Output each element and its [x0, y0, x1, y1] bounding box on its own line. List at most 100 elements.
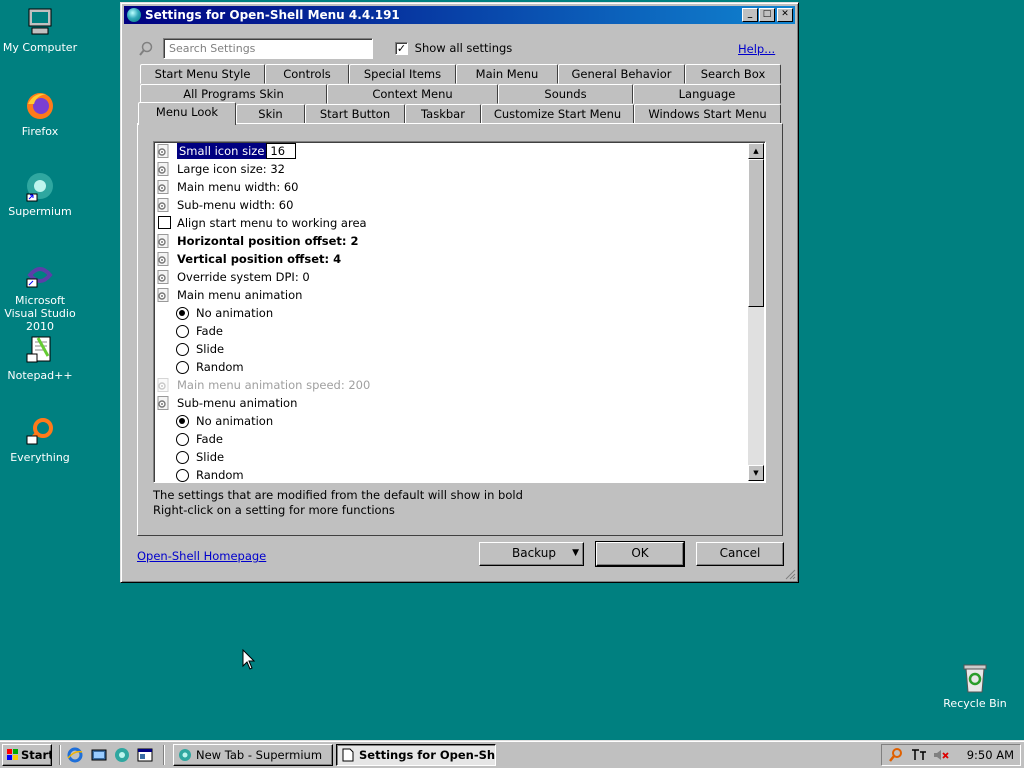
setting-row[interactable]: Main menu width: 60 [156, 178, 298, 196]
show-all-checkbox[interactable]: ✓ [395, 42, 408, 55]
tab-context-menu[interactable]: Context Menu [327, 84, 498, 104]
tab-main-menu[interactable]: Main Menu [456, 64, 558, 84]
tab-taskbar[interactable]: Taskbar [405, 104, 481, 124]
tab-search-box[interactable]: Search Box [685, 64, 781, 84]
tab-menu-look[interactable]: Menu Look [138, 102, 236, 125]
radio-option[interactable]: Slide [156, 340, 224, 358]
tab-label: Main Menu [475, 67, 539, 81]
tab-language[interactable]: Language [633, 84, 781, 104]
radio-option[interactable]: Random [156, 358, 244, 376]
scroll-down-button[interactable]: ▼ [748, 465, 764, 481]
tab-start-button[interactable]: Start Button [305, 104, 405, 124]
radio-button[interactable] [176, 343, 189, 356]
help-link[interactable]: Help... [738, 42, 775, 56]
desktop-icon-label: Everything [10, 451, 70, 464]
resize-grip-icon[interactable] [784, 568, 796, 580]
setting-row[interactable]: Sub-menu width: 60 [156, 196, 293, 214]
tab-start-menu-style[interactable]: Start Menu Style [140, 64, 265, 84]
tab-label: Customize Start Menu [493, 107, 622, 121]
tab-label: Context Menu [372, 87, 453, 101]
setting-row[interactable]: Main menu animation speed: 200 [156, 376, 370, 394]
desktop-icon-visual-studio[interactable]: Microsoft Visual Studio 2010 [0, 259, 80, 333]
start-button[interactable]: Start [2, 744, 52, 766]
minimize-button[interactable]: _ [742, 8, 758, 22]
radio-button[interactable] [176, 451, 189, 464]
tab-label: Language [678, 87, 736, 101]
radio-label: Slide [196, 342, 225, 356]
desktop-icon-recycle-bin[interactable]: Recycle Bin [935, 662, 1015, 710]
clock[interactable]: 9:50 AM [967, 748, 1014, 762]
setting-gear-icon [156, 144, 169, 158]
setting-checkbox[interactable] [158, 216, 171, 229]
close-button[interactable]: ✕ [777, 8, 793, 22]
tab-customize-start-menu[interactable]: Customize Start Menu [481, 104, 634, 124]
radio-option[interactable]: No animation [156, 412, 273, 430]
cancel-button[interactable]: Cancel [696, 542, 784, 566]
setting-row[interactable]: Override system DPI: 0 [156, 268, 310, 286]
show-all-settings-toggle[interactable]: ✓ Show all settings [395, 41, 512, 55]
setting-row[interactable]: Large icon size: 32 [156, 160, 285, 178]
search-tray-icon[interactable] [888, 747, 904, 763]
explorer-quicklaunch-icon[interactable] [137, 747, 153, 763]
radio-option[interactable]: Fade [156, 430, 223, 448]
windows-logo-icon [6, 748, 20, 762]
radio-button[interactable] [176, 433, 189, 446]
desktop-icon-everything[interactable]: Everything [0, 416, 80, 464]
radio-button[interactable] [176, 415, 189, 428]
desktop-icon-firefox[interactable]: Firefox [0, 90, 80, 138]
search-input[interactable]: Search Settings [163, 38, 373, 59]
radio-button[interactable] [176, 361, 189, 374]
backup-button[interactable]: Backup ▼ [479, 542, 584, 566]
hint-bold-note: The settings that are modified from the … [153, 488, 523, 502]
hint-right-click-note: Right-click on a setting for more functi… [153, 503, 395, 517]
tab-controls[interactable]: Controls [265, 64, 349, 84]
settings-list[interactable]: Small icon size 16 Large icon size: 32 Main… [153, 141, 766, 483]
vertical-scrollbar[interactable]: ▲ ▼ [748, 143, 764, 481]
radio-label: Random [196, 360, 244, 374]
setting-gear-icon [156, 234, 169, 248]
radio-button[interactable] [176, 469, 189, 482]
tab-windows-start-menu[interactable]: Windows Start Menu [634, 104, 781, 124]
tab-special-items[interactable]: Special Items [349, 64, 456, 84]
desktop-icon-supermium[interactable]: Supermium [0, 170, 80, 218]
setting-gear-icon [156, 180, 169, 194]
desktop-icon-notepadpp[interactable]: Notepad++ [0, 334, 80, 382]
radio-option[interactable]: No animation [156, 304, 273, 322]
quick-launch-separator [59, 745, 61, 765]
input-method-icon[interactable] [910, 747, 928, 763]
open-shell-icon [127, 8, 141, 22]
homepage-link[interactable]: Open-Shell Homepage [137, 549, 266, 563]
setting-gear-icon [156, 198, 169, 212]
setting-value-editor[interactable]: 16 [266, 143, 297, 159]
radio-button[interactable] [176, 325, 189, 338]
setting-row[interactable]: Small icon size 16 [156, 142, 297, 160]
tab-label: Start Button [319, 107, 391, 121]
desktop-icon-my-computer[interactable]: My Computer [0, 6, 80, 54]
setting-row[interactable]: Main menu animation [156, 286, 302, 304]
show-desktop-icon[interactable] [91, 747, 107, 763]
scroll-up-button[interactable]: ▲ [748, 143, 764, 159]
tab-sounds[interactable]: Sounds [498, 84, 633, 104]
setting-row[interactable]: Vertical position offset: 4 [156, 250, 341, 268]
radio-option[interactable]: Fade [156, 322, 223, 340]
setting-row[interactable]: Sub-menu animation [156, 394, 297, 412]
tab-skin[interactable]: Skin [236, 104, 305, 124]
volume-muted-icon[interactable] [932, 747, 950, 763]
supermium-quicklaunch-icon[interactable] [114, 747, 130, 763]
task-supermium[interactable]: New Tab - Supermium [173, 744, 333, 766]
ok-button[interactable]: OK [595, 541, 685, 567]
radio-button[interactable] [176, 307, 189, 320]
recycle-bin-icon [959, 662, 991, 694]
task-open-shell-settings[interactable]: Settings for Open-Sh... [336, 744, 496, 766]
maximize-button[interactable]: □ [759, 8, 775, 22]
setting-row[interactable]: Horizontal position offset: 2 [156, 232, 359, 250]
radio-option[interactable]: Random [156, 466, 244, 482]
setting-gear-icon [156, 378, 169, 392]
title-bar[interactable]: Settings for Open-Shell Menu 4.4.191 _ □… [124, 6, 795, 24]
setting-checkbox-row[interactable]: Align start menu to working area [156, 214, 367, 232]
scroll-thumb[interactable] [748, 159, 764, 307]
tab-all-programs-skin[interactable]: All Programs Skin [140, 84, 327, 104]
ie-icon[interactable] [67, 747, 83, 763]
tab-general-behavior[interactable]: General Behavior [558, 64, 685, 84]
radio-option[interactable]: Slide [156, 448, 224, 466]
